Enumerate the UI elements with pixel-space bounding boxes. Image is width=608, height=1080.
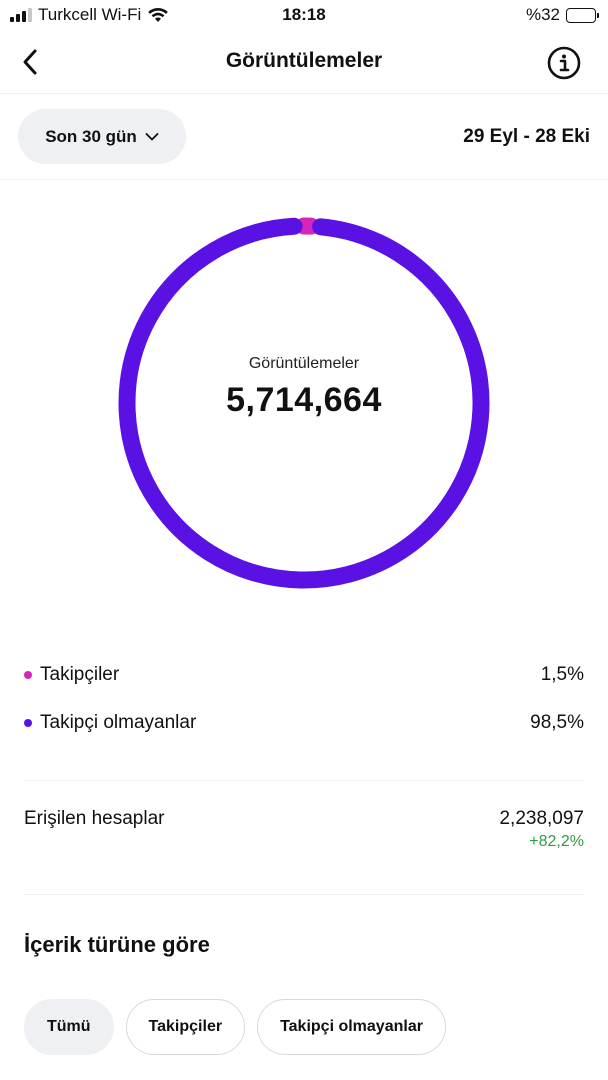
total-views: 5,714,664 (226, 381, 382, 419)
donut-center: Görüntülemeler 5,714,664 (114, 355, 494, 420)
legend-row-followers: Takipçiler 1,5% (24, 660, 584, 690)
page-title: Görüntülemeler (225, 49, 383, 72)
content-type-filter: Tümü Takipçiler Takipçi olmayanlar (24, 999, 446, 1055)
accounts-reached-row: Erişilen hesaplar 2,238,097 +82,2% (24, 808, 584, 851)
status-right: %32 (525, 5, 599, 25)
battery-percent: %32 (525, 5, 560, 24)
date-range-dropdown[interactable]: Son 30 gün (18, 109, 186, 164)
accounts-reached-label: Erişilen hesaplar (24, 808, 165, 829)
accounts-reached-change: +82,2% (529, 833, 584, 850)
date-range-label: Son 30 gün (45, 126, 137, 146)
accounts-reached-value: 2,238,097 (499, 808, 584, 829)
battery-icon (566, 7, 599, 23)
filter-row: Son 30 gün 29 Eyl - 28 Eki (0, 94, 608, 180)
chip-non-followers[interactable]: Takipçi olmayanlar (257, 999, 446, 1055)
chevron-down-icon (145, 132, 159, 140)
divider (24, 894, 584, 895)
info-icon (547, 46, 581, 80)
status-bar: Turkcell Wi-Fi 18:18 %32 (0, 0, 608, 32)
non-followers-dot-icon (24, 719, 32, 727)
section-title: İçerik türüne göre (24, 932, 210, 957)
legend-row-non-followers: Takipçi olmayanlar 98,5% (24, 708, 584, 738)
views-donut-chart: Görüntülemeler 5,714,664 (114, 210, 494, 596)
header: Görüntülemeler (0, 32, 608, 94)
legend-value: 1,5% (540, 664, 584, 685)
date-range-text: 29 Eyl - 28 Eki (463, 126, 590, 147)
followers-dot-icon (24, 671, 32, 679)
divider (24, 780, 584, 781)
clock: 18:18 (282, 5, 326, 24)
info-button[interactable] (546, 45, 582, 81)
legend-label: Takipçiler (40, 664, 120, 685)
chip-followers[interactable]: Takipçiler (125, 999, 246, 1055)
chip-all[interactable]: Tümü (24, 999, 114, 1055)
donut-label: Görüntülemeler (248, 355, 360, 372)
legend-value: 98,5% (530, 712, 584, 733)
legend-label: Takipçi olmayanlar (40, 712, 197, 733)
